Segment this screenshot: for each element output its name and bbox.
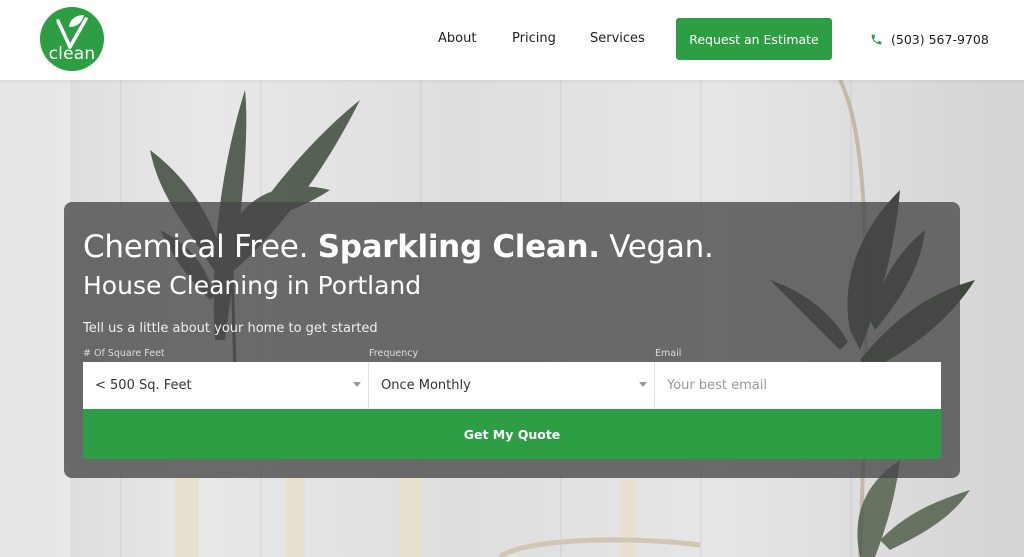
sqft-select[interactable]: < 500 Sq. Feet xyxy=(83,362,369,409)
hero-subheadline: House Cleaning in Portland xyxy=(83,271,422,300)
email-input[interactable]: Your best email xyxy=(655,362,941,409)
nav-about[interactable]: About xyxy=(438,31,476,47)
frequency-label: Frequency xyxy=(369,348,419,359)
email-placeholder: Your best email xyxy=(667,378,767,393)
chevron-down-icon xyxy=(639,382,647,387)
quote-panel: Chemical Free. Sparkling Clean. Vegan. H… xyxy=(64,202,960,478)
site-header: clean About Pricing Services Request an … xyxy=(0,0,1024,80)
hero-section: Chemical Free. Sparkling Clean. Vegan. H… xyxy=(0,80,1024,557)
phone-number: (503) 567-9708 xyxy=(891,31,989,47)
phone-link[interactable]: (503) 567-9708 xyxy=(870,30,989,48)
headline-bold: Sparkling Clean. xyxy=(317,229,600,265)
request-estimate-button[interactable]: Request an Estimate xyxy=(676,18,832,60)
phone-icon xyxy=(871,34,882,44)
nav-services[interactable]: Services xyxy=(590,31,645,47)
frequency-select[interactable]: Once Monthly xyxy=(369,362,655,409)
headline-part-3: Vegan. xyxy=(609,229,714,265)
email-label: Email xyxy=(655,348,682,359)
form-intro: Tell us a little about your home to get … xyxy=(83,321,378,336)
frequency-selected-value: Once Monthly xyxy=(381,378,471,393)
nav-pricing[interactable]: Pricing xyxy=(512,31,556,47)
logo[interactable]: clean xyxy=(40,7,104,71)
headline-part-1: Chemical Free. xyxy=(83,229,309,265)
sqft-selected-value: < 500 Sq. Feet xyxy=(95,378,192,393)
hero-headline: Chemical Free. Sparkling Clean. Vegan. xyxy=(83,228,714,266)
get-quote-button[interactable]: Get My Quote xyxy=(83,409,941,459)
logo-text: clean xyxy=(48,44,96,64)
sqft-label: # Of Square Feet xyxy=(83,348,165,359)
chevron-down-icon xyxy=(353,382,361,387)
